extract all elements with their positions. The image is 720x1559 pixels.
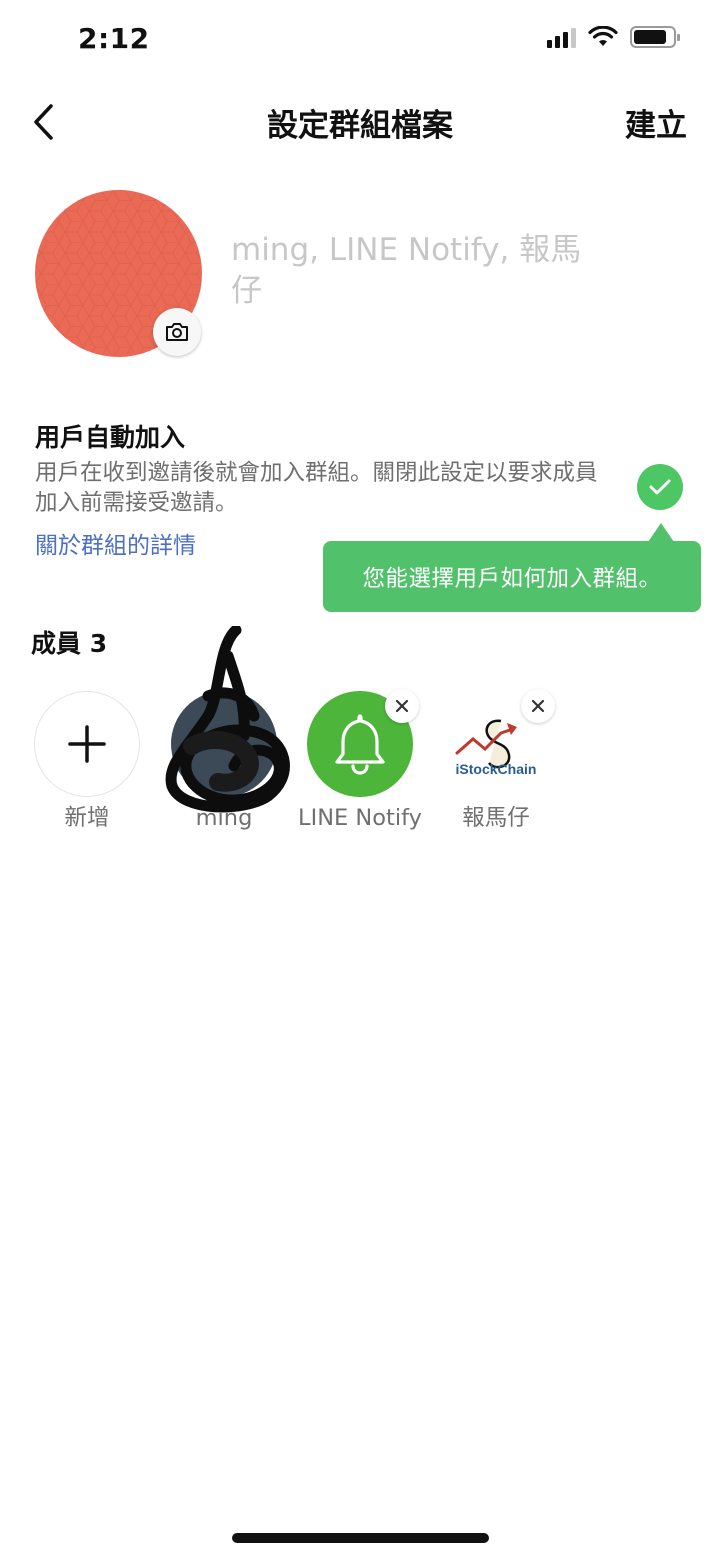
page-title: 設定群組檔案 bbox=[267, 108, 453, 144]
istockchain-logo-text: iStockChain bbox=[455, 761, 537, 777]
auto-join-title: 用戶自動加入 bbox=[35, 423, 186, 452]
status-time: 2:12 bbox=[78, 22, 150, 55]
member-istockchain-avatar: iStockChain bbox=[443, 689, 555, 797]
remove-member-button[interactable] bbox=[521, 689, 555, 723]
group-name-input[interactable]: ming, LINE Notify, 報馬仔 bbox=[231, 230, 601, 312]
home-indicator[interactable] bbox=[232, 1533, 489, 1543]
camera-icon bbox=[166, 323, 188, 341]
add-member-label: 新增 bbox=[64, 805, 110, 831]
battery-icon bbox=[630, 26, 680, 48]
tooltip-arrow bbox=[648, 523, 674, 542]
member-item: iStockChain 報馬仔 bbox=[431, 689, 561, 832]
auto-join-toggle[interactable] bbox=[637, 464, 683, 510]
auto-join-description: 用戶在收到邀請後就會加入群組。關閉此設定以要求成員加入前需接受邀請。 bbox=[35, 460, 598, 516]
signal-icon bbox=[547, 26, 576, 48]
member-item: LINE Notify bbox=[295, 689, 425, 832]
remove-member-button[interactable] bbox=[385, 689, 419, 723]
create-button[interactable]: 建立 bbox=[625, 100, 687, 145]
add-member[interactable]: 新增 bbox=[22, 691, 152, 832]
member-label: ming bbox=[195, 805, 253, 831]
plus-icon bbox=[68, 725, 106, 763]
close-icon bbox=[531, 699, 545, 713]
member-bell-avatar bbox=[307, 689, 419, 797]
group-details-link[interactable]: 關於群組的詳情 bbox=[35, 526, 196, 560]
member-photo-avatar bbox=[171, 691, 277, 797]
wifi-icon bbox=[588, 26, 618, 46]
member-label: LINE Notify bbox=[298, 805, 422, 831]
close-icon bbox=[395, 699, 409, 713]
tooltip: 您能選擇用戶如何加入群組。 bbox=[323, 541, 701, 612]
member-item: ming bbox=[159, 691, 289, 832]
bell-icon bbox=[335, 714, 385, 775]
checkmark-icon bbox=[649, 479, 671, 495]
change-photo-button[interactable] bbox=[153, 308, 201, 356]
status-icons bbox=[547, 26, 680, 48]
add-member-button[interactable] bbox=[34, 691, 140, 797]
member-label: 報馬仔 bbox=[462, 805, 530, 831]
members-title: 成員 3 bbox=[31, 629, 108, 658]
